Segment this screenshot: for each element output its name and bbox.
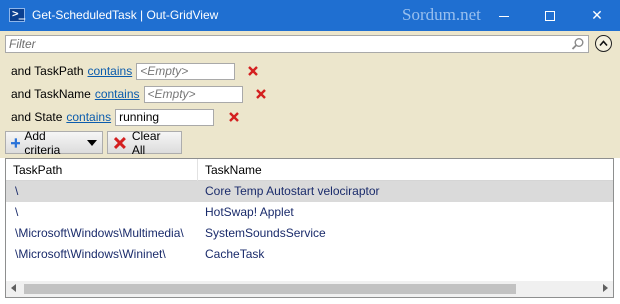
clear-icon — [113, 136, 126, 149]
grid-header: TaskPath TaskName — [6, 159, 613, 181]
dropdown-arrow-icon — [87, 139, 97, 146]
column-header-taskpath[interactable]: TaskPath — [6, 159, 198, 181]
cell-taskname: Core Temp Autostart velociraptor — [205, 184, 380, 198]
filter-panel: and TaskPath contains and TaskName conta… — [0, 31, 620, 158]
column-header-taskname[interactable]: TaskName — [198, 159, 613, 181]
horizontal-scrollbar[interactable] — [6, 281, 613, 297]
clear-all-label: Clear All — [131, 128, 161, 157]
maximize-icon — [545, 11, 555, 22]
criteria-field-label: and State — [11, 110, 63, 124]
maximize-button[interactable] — [527, 0, 573, 31]
scroll-left-icon[interactable] — [11, 284, 16, 292]
cell-taskname: HotSwap! Applet — [205, 205, 294, 219]
add-criteria-button[interactable]: Add criteria — [5, 128, 103, 157]
remove-criteria-icon[interactable] — [247, 65, 259, 77]
cell-taskpath: \Microsoft\Windows\Multimedia\ — [15, 226, 184, 240]
criteria-operator-link[interactable]: contains — [88, 64, 133, 78]
criteria-field-label: and TaskPath — [11, 64, 84, 78]
close-icon: ✕ — [591, 7, 603, 23]
remove-criteria-icon[interactable] — [255, 88, 267, 100]
criteria-value-input[interactable] — [115, 108, 215, 126]
criteria-operator-link[interactable]: contains — [66, 110, 111, 124]
clear-all-button[interactable]: Clear All — [107, 128, 182, 157]
criteria-row-taskname: and TaskName contains — [11, 84, 243, 104]
minimize-button[interactable] — [481, 0, 527, 31]
filter-box — [5, 35, 589, 53]
criteria-value-input[interactable] — [136, 62, 236, 80]
table-row[interactable]: \ Core Temp Autostart velociraptor — [6, 181, 613, 202]
powershell-icon: >_ — [9, 7, 25, 22]
table-row[interactable]: \ HotSwap! Applet — [6, 202, 613, 223]
cell-taskpath: \ — [15, 184, 19, 198]
scrollbar-thumb[interactable] — [24, 284, 516, 294]
search-icon[interactable] — [571, 37, 585, 51]
results-grid: TaskPath TaskName \ Core Temp Autostart … — [5, 158, 614, 298]
criteria-row-taskpath: and TaskPath contains — [11, 61, 236, 81]
filter-input[interactable] — [6, 36, 566, 52]
criteria-field-label: and TaskName — [11, 87, 91, 101]
table-row[interactable]: \Microsoft\Windows\Wininet\ CacheTask — [6, 244, 613, 265]
criteria-row-state: and State contains — [11, 107, 215, 127]
title-bar: >_ Get-ScheduledTask | Out-GridView Sord… — [0, 0, 620, 31]
close-button[interactable]: ✕ — [574, 0, 620, 31]
cell-taskpath: \ — [15, 205, 19, 219]
cell-taskpath: \Microsoft\Windows\Wininet\ — [15, 247, 166, 261]
minimize-icon — [499, 15, 509, 17]
add-criteria-label: Add criteria — [24, 128, 61, 157]
plus-icon — [11, 137, 21, 148]
remove-criteria-icon[interactable] — [228, 111, 240, 123]
chevron-up-icon — [599, 40, 608, 47]
criteria-operator-link[interactable]: contains — [95, 87, 140, 101]
window-title: Get-ScheduledTask | Out-GridView — [32, 8, 219, 22]
collapse-criteria-button[interactable] — [595, 35, 612, 52]
watermark-text: Sordum.net — [402, 5, 481, 24]
criteria-value-input[interactable] — [143, 85, 243, 103]
cell-taskname: SystemSoundsService — [205, 226, 326, 240]
scroll-right-icon[interactable] — [603, 284, 608, 292]
table-row[interactable]: \Microsoft\Windows\Multimedia\ SystemSou… — [6, 223, 613, 244]
cell-taskname: CacheTask — [205, 247, 265, 261]
